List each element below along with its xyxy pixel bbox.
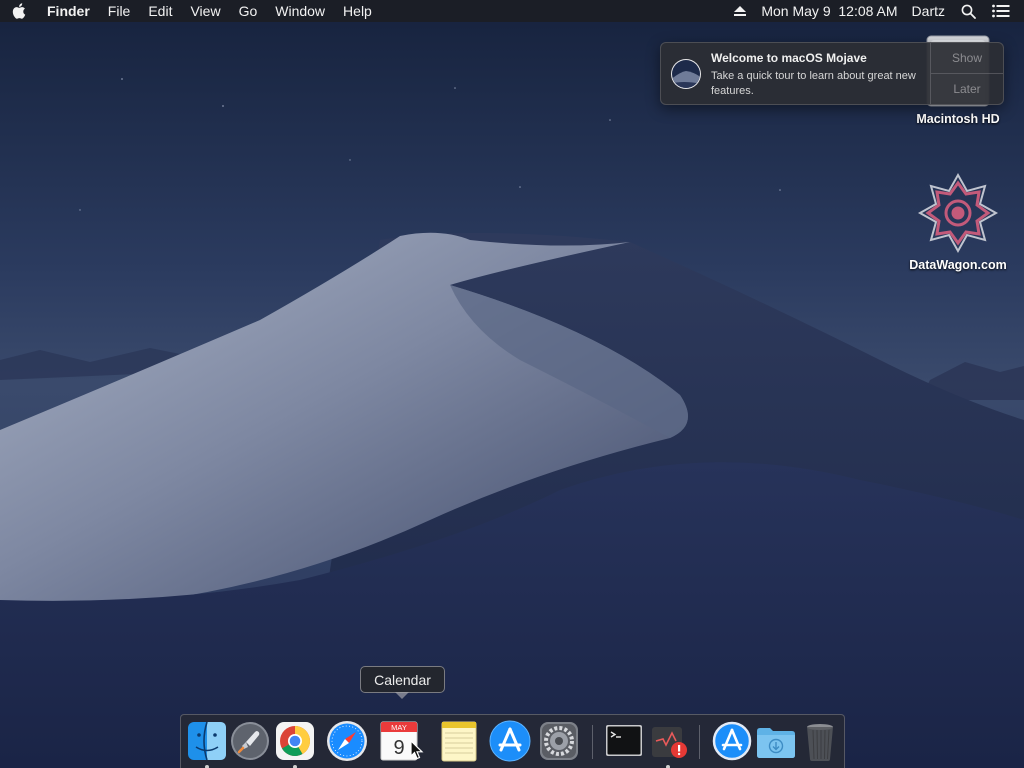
dock-separator [592,725,593,759]
app-menu-finder[interactable]: Finder [38,0,99,22]
chrome-icon [276,722,314,760]
dock-item-notes[interactable] [436,719,480,763]
system-preferences-icon [540,722,578,760]
dock-item-launchpad[interactable] [228,719,272,763]
apple-icon[interactable] [0,3,38,19]
safari-icon [327,721,367,761]
calendar-day: 9 [393,737,404,759]
dock-item-terminal[interactable] [602,719,646,763]
dock-item-crash-reporter[interactable] [646,719,690,768]
notification-content: Welcome to macOS Mojave Take a quick tou… [711,43,930,104]
dock-item-chrome[interactable] [273,719,317,768]
dock-separator [699,725,700,759]
menu-go[interactable]: Go [230,0,267,22]
notification-show-button[interactable]: Show [931,43,1003,73]
notification-center-icon[interactable] [984,0,1024,22]
notification-app-icon [661,43,711,104]
dock-item-downloads-folder[interactable] [754,719,798,763]
mojave-installer-icon [671,58,701,89]
app-store-icon [489,720,531,762]
dock-item-app-store[interactable] [488,719,532,763]
menu-window[interactable]: Window [266,0,334,22]
notes-icon [441,721,477,762]
calendar-month: MAY [391,723,407,732]
wallpaper-mojave-dunes [0,0,1024,768]
menu-edit[interactable]: Edit [139,0,181,22]
dock-tooltip: Calendar [360,666,445,699]
desktop-icon-label: DataWagon.com [909,258,1007,272]
launchpad-icon [231,722,269,760]
eject-icon[interactable] [725,0,755,22]
crash-reporter-icon [652,727,687,758]
terminal-icon [606,725,642,756]
mouse-pointer-icon [410,740,424,760]
menu-file[interactable]: File [99,0,140,22]
dock-item-applications-folder[interactable] [710,719,754,763]
dock-item-trash[interactable] [798,719,842,763]
notification-body: Take a quick tour to learn about great n… [711,70,916,97]
menu-bar-clock[interactable]: Mon May 9 12:08 AM [755,0,903,22]
dock-item-system-preferences[interactable] [537,719,581,763]
dock-item-safari[interactable] [325,719,369,763]
menu-bar-user[interactable]: Dartz [904,0,953,22]
menu-view[interactable]: View [181,0,229,22]
desktop-icon-label: Macintosh HD [916,112,1000,126]
notification-banner[interactable]: Welcome to macOS Mojave Take a quick tou… [660,42,1004,105]
applications-folder-icon [712,721,752,761]
datawagon-logo-icon [917,172,999,254]
desktop-icon-datawagon[interactable]: DataWagon.com [898,170,1018,272]
notification-later-button[interactable]: Later [931,73,1003,104]
desktop: Finder File Edit View Go Window Help Mon… [0,0,1024,768]
notification-actions: Show Later [930,43,1003,104]
spotlight-search-icon[interactable] [953,0,984,22]
menu-help[interactable]: Help [334,0,381,22]
notification-title: Welcome to macOS Mojave [711,51,867,65]
dock: MAY 9 [180,714,845,768]
menu-bar-status-area: Mon May 9 12:08 AM Dartz [725,0,1024,22]
menu-bar: Finder File Edit View Go Window Help Mon… [0,0,1024,22]
trash-icon [807,724,833,761]
dock-item-finder[interactable] [185,719,229,768]
finder-icon [188,721,226,761]
downloads-folder-icon [757,728,795,758]
